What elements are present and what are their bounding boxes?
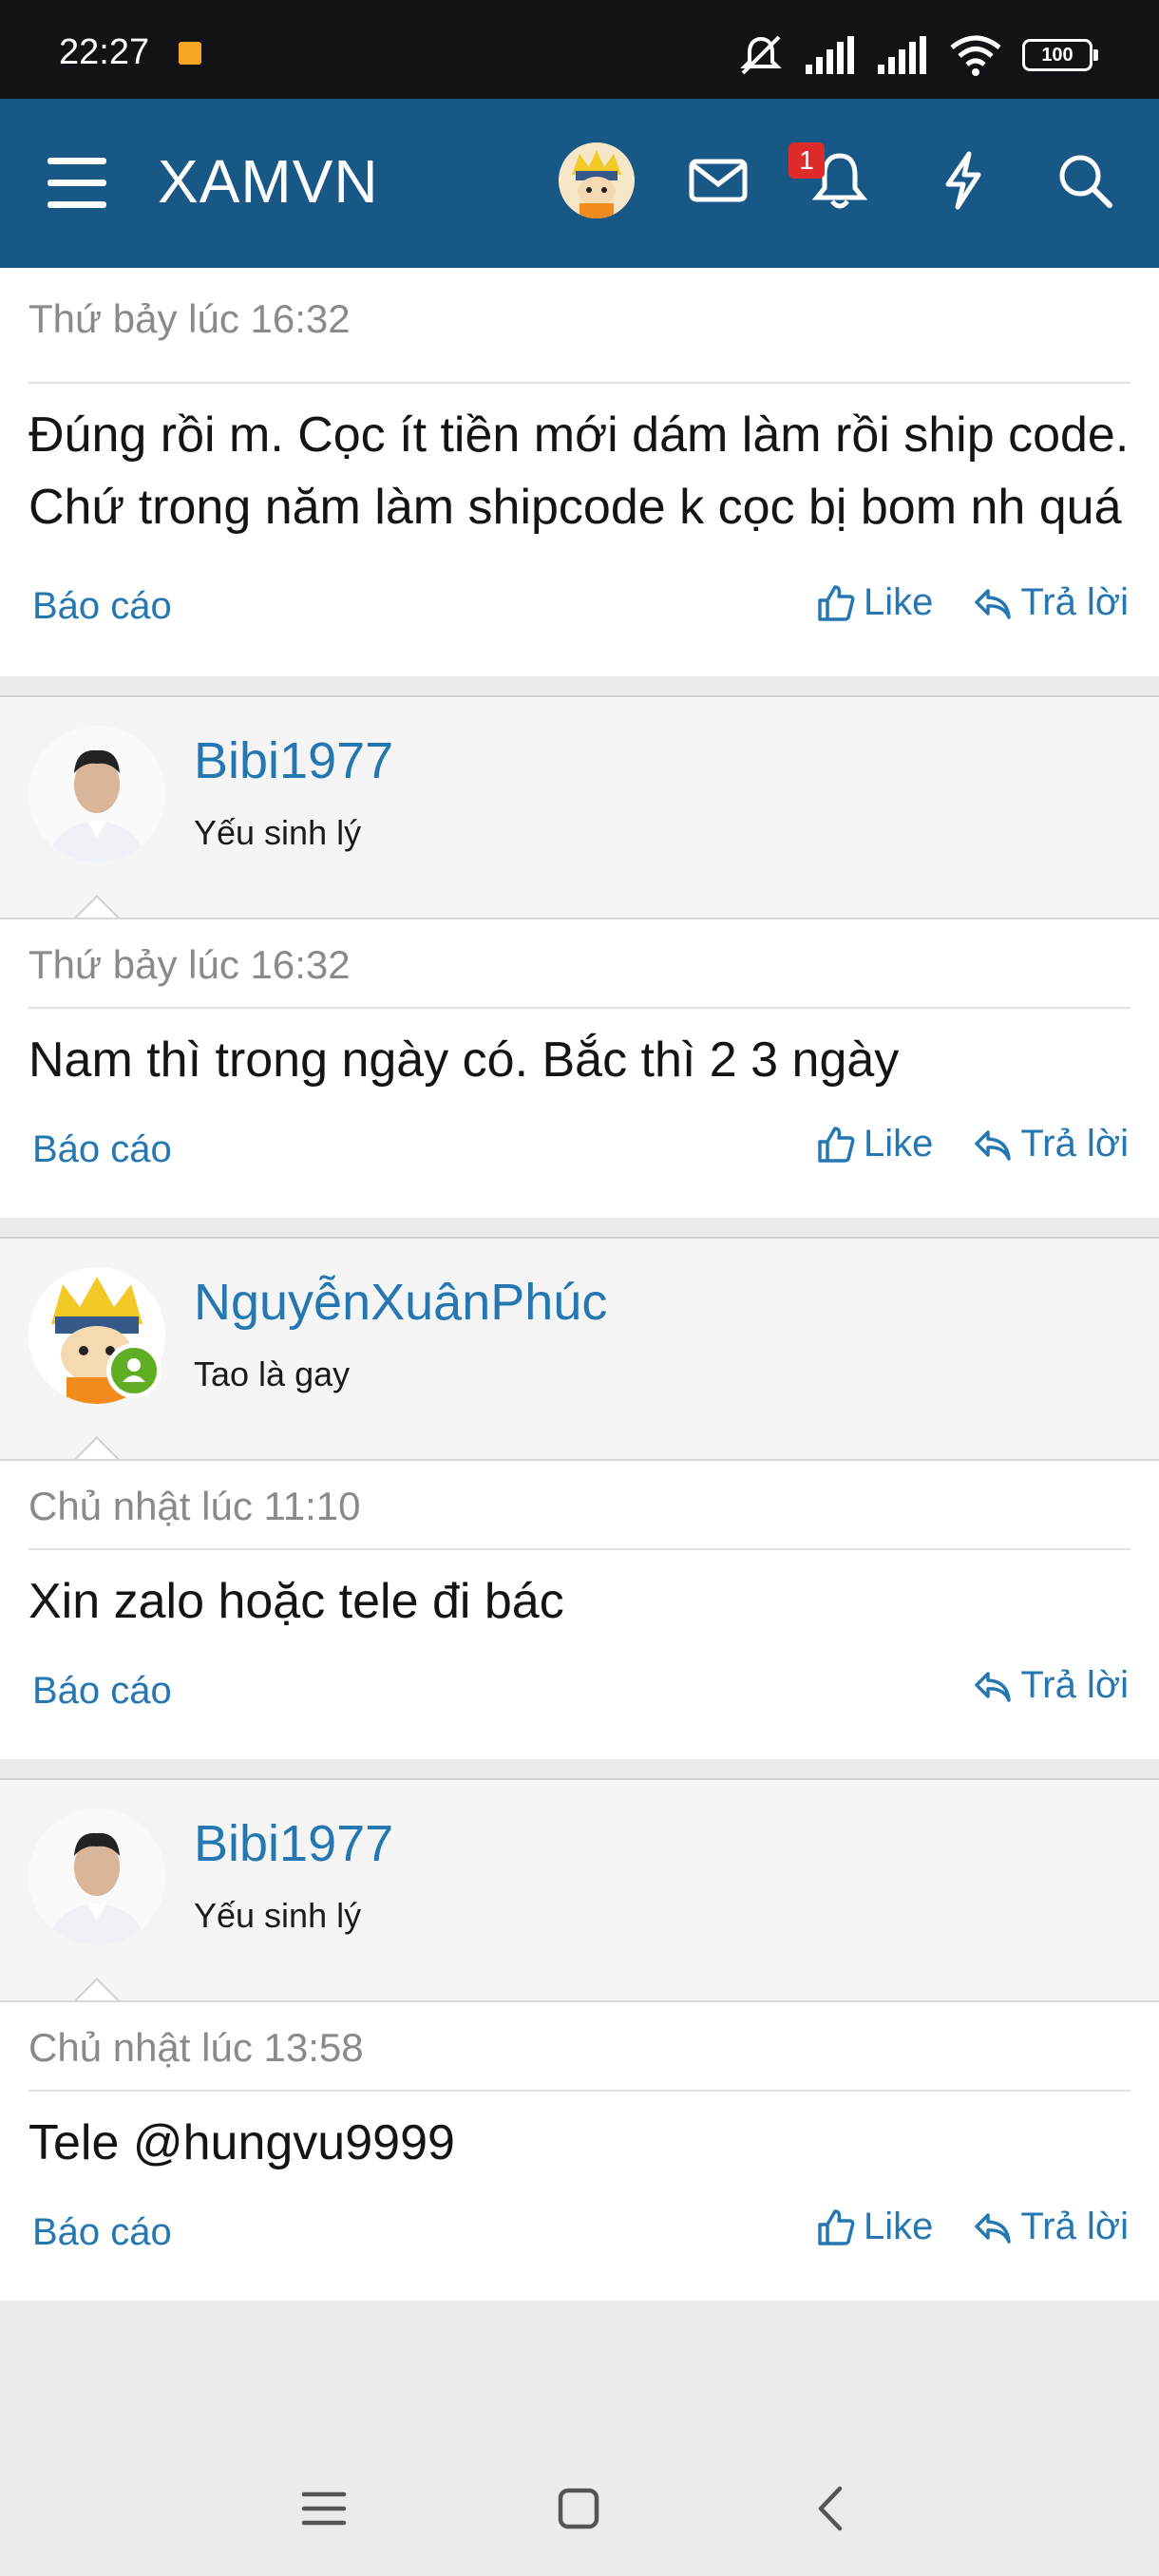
reply-icon bbox=[975, 1129, 1012, 1161]
post-pointer bbox=[72, 1436, 122, 1462]
recents-menu-icon[interactable] bbox=[300, 2485, 348, 2532]
post: Thứ bảy lúc 16:32 Đúng rồi m. Cọc ít tiề… bbox=[0, 268, 1159, 676]
post-author: Bibi1977 Yếu sinh lý bbox=[0, 1778, 1159, 2003]
avatar[interactable] bbox=[28, 726, 165, 862]
username[interactable]: Bibi1977 bbox=[194, 1814, 393, 1873]
like-button[interactable]: Like bbox=[816, 581, 933, 624]
notification-badge: 1 bbox=[788, 142, 825, 179]
post-timestamp[interactable]: Thứ bảy lúc 16:32 bbox=[28, 293, 1130, 384]
post-timestamp[interactable]: Chủ nhật lúc 11:10 bbox=[28, 1461, 1130, 1550]
menu-icon[interactable] bbox=[44, 154, 110, 213]
username[interactable]: Bibi1977 bbox=[194, 731, 393, 790]
thumbs-up-icon bbox=[818, 2208, 855, 2245]
like-button[interactable]: Like bbox=[816, 2206, 933, 2248]
username[interactable]: NguyễnXuânPhúc bbox=[194, 1273, 607, 1332]
battery-icon: 100 bbox=[1022, 39, 1098, 71]
post-pointer bbox=[72, 1978, 122, 2003]
post: Chủ nhật lúc 13:58 Tele @hungvu9999 Báo … bbox=[0, 2000, 1159, 2301]
report-link[interactable]: Báo cáo bbox=[32, 2211, 172, 2254]
thread-posts: Thứ bảy lúc 16:32 Đúng rồi m. Cọc ít tiề… bbox=[0, 268, 1159, 2301]
mail-icon[interactable] bbox=[684, 146, 752, 215]
online-status-icon bbox=[106, 1343, 162, 1398]
reply-label: Trả lời bbox=[1020, 2206, 1129, 2247]
user-title: Yếu sinh lý bbox=[194, 1896, 362, 1935]
thumbs-up-icon bbox=[818, 1126, 855, 1163]
home-icon[interactable] bbox=[555, 2485, 602, 2532]
report-link[interactable]: Báo cáo bbox=[32, 585, 172, 628]
system-nav-bar bbox=[0, 2441, 1159, 2576]
user-title: Yếu sinh lý bbox=[194, 813, 362, 852]
post-actions: Báo cáo Like Trả lời bbox=[28, 543, 1130, 676]
reply-label: Trả lời bbox=[1020, 1123, 1129, 1165]
post-actions: Báo cáo Like Trả lời bbox=[28, 1096, 1130, 1218]
account-avatar[interactable] bbox=[559, 142, 635, 218]
search-icon[interactable] bbox=[1051, 146, 1119, 215]
thumbs-up-icon bbox=[818, 584, 855, 621]
reply-icon bbox=[975, 2212, 1012, 2244]
reply-button[interactable]: Trả lời bbox=[973, 581, 1129, 624]
post-actions: Báo cáo Like Trả lời bbox=[28, 2179, 1130, 2301]
status-bar: 22:27 100 bbox=[0, 0, 1159, 99]
like-label: Like bbox=[863, 1123, 934, 1165]
post-message: Xin zalo hoặc tele đi bác bbox=[28, 1574, 564, 1629]
report-link[interactable]: Báo cáo bbox=[32, 1128, 172, 1171]
reply-label: Trả lời bbox=[1020, 1664, 1129, 1706]
notification-icon bbox=[179, 42, 201, 65]
reply-icon bbox=[975, 588, 1012, 619]
reply-icon bbox=[975, 1671, 1012, 1702]
signal-icon bbox=[878, 36, 926, 74]
reply-button[interactable]: Trả lời bbox=[973, 1664, 1129, 1707]
post-timestamp[interactable]: Chủ nhật lúc 13:58 bbox=[28, 2002, 1130, 2092]
like-label: Like bbox=[863, 581, 934, 623]
status-time: 22:27 bbox=[59, 32, 150, 72]
reply-button[interactable]: Trả lời bbox=[973, 1123, 1129, 1165]
back-icon[interactable] bbox=[808, 2485, 855, 2532]
post-pointer bbox=[72, 895, 122, 920]
post-actions: Báo cáo Trả lời bbox=[28, 1638, 1130, 1759]
post-message: Nam thì trong ngày có. Bắc thì 2 3 ngày bbox=[28, 1032, 900, 1088]
reply-button[interactable]: Trả lời bbox=[973, 2206, 1129, 2248]
bolt-icon[interactable] bbox=[929, 146, 998, 215]
post-message: Đúng rồi m. Cọc ít tiền mới dám làm rồi … bbox=[28, 407, 1130, 535]
like-button[interactable]: Like bbox=[816, 1123, 933, 1165]
wifi-icon bbox=[950, 35, 1001, 76]
like-label: Like bbox=[863, 2206, 934, 2247]
reply-label: Trả lời bbox=[1020, 581, 1129, 623]
signal-icon bbox=[806, 36, 854, 74]
app-header: XAMVN 1 bbox=[0, 99, 1159, 268]
mute-icon bbox=[740, 35, 782, 75]
post-author: Bibi1977 Yếu sinh lý bbox=[0, 695, 1159, 920]
post-author: NguyễnXuânPhúc Tao là gay bbox=[0, 1237, 1159, 1462]
report-link[interactable]: Báo cáo bbox=[32, 1670, 172, 1713]
user-title: Tao là gay bbox=[194, 1354, 351, 1393]
post: Chủ nhật lúc 11:10 Xin zalo hoặc tele đi… bbox=[0, 1459, 1159, 1759]
post-message: Tele @hungvu9999 bbox=[28, 2115, 455, 2170]
post-timestamp[interactable]: Thứ bảy lúc 16:32 bbox=[28, 919, 1130, 1009]
avatar[interactable] bbox=[28, 1809, 165, 1945]
post: Thứ bảy lúc 16:32 Nam thì trong ngày có.… bbox=[0, 918, 1159, 1218]
site-title[interactable]: XAMVN bbox=[158, 146, 379, 217]
